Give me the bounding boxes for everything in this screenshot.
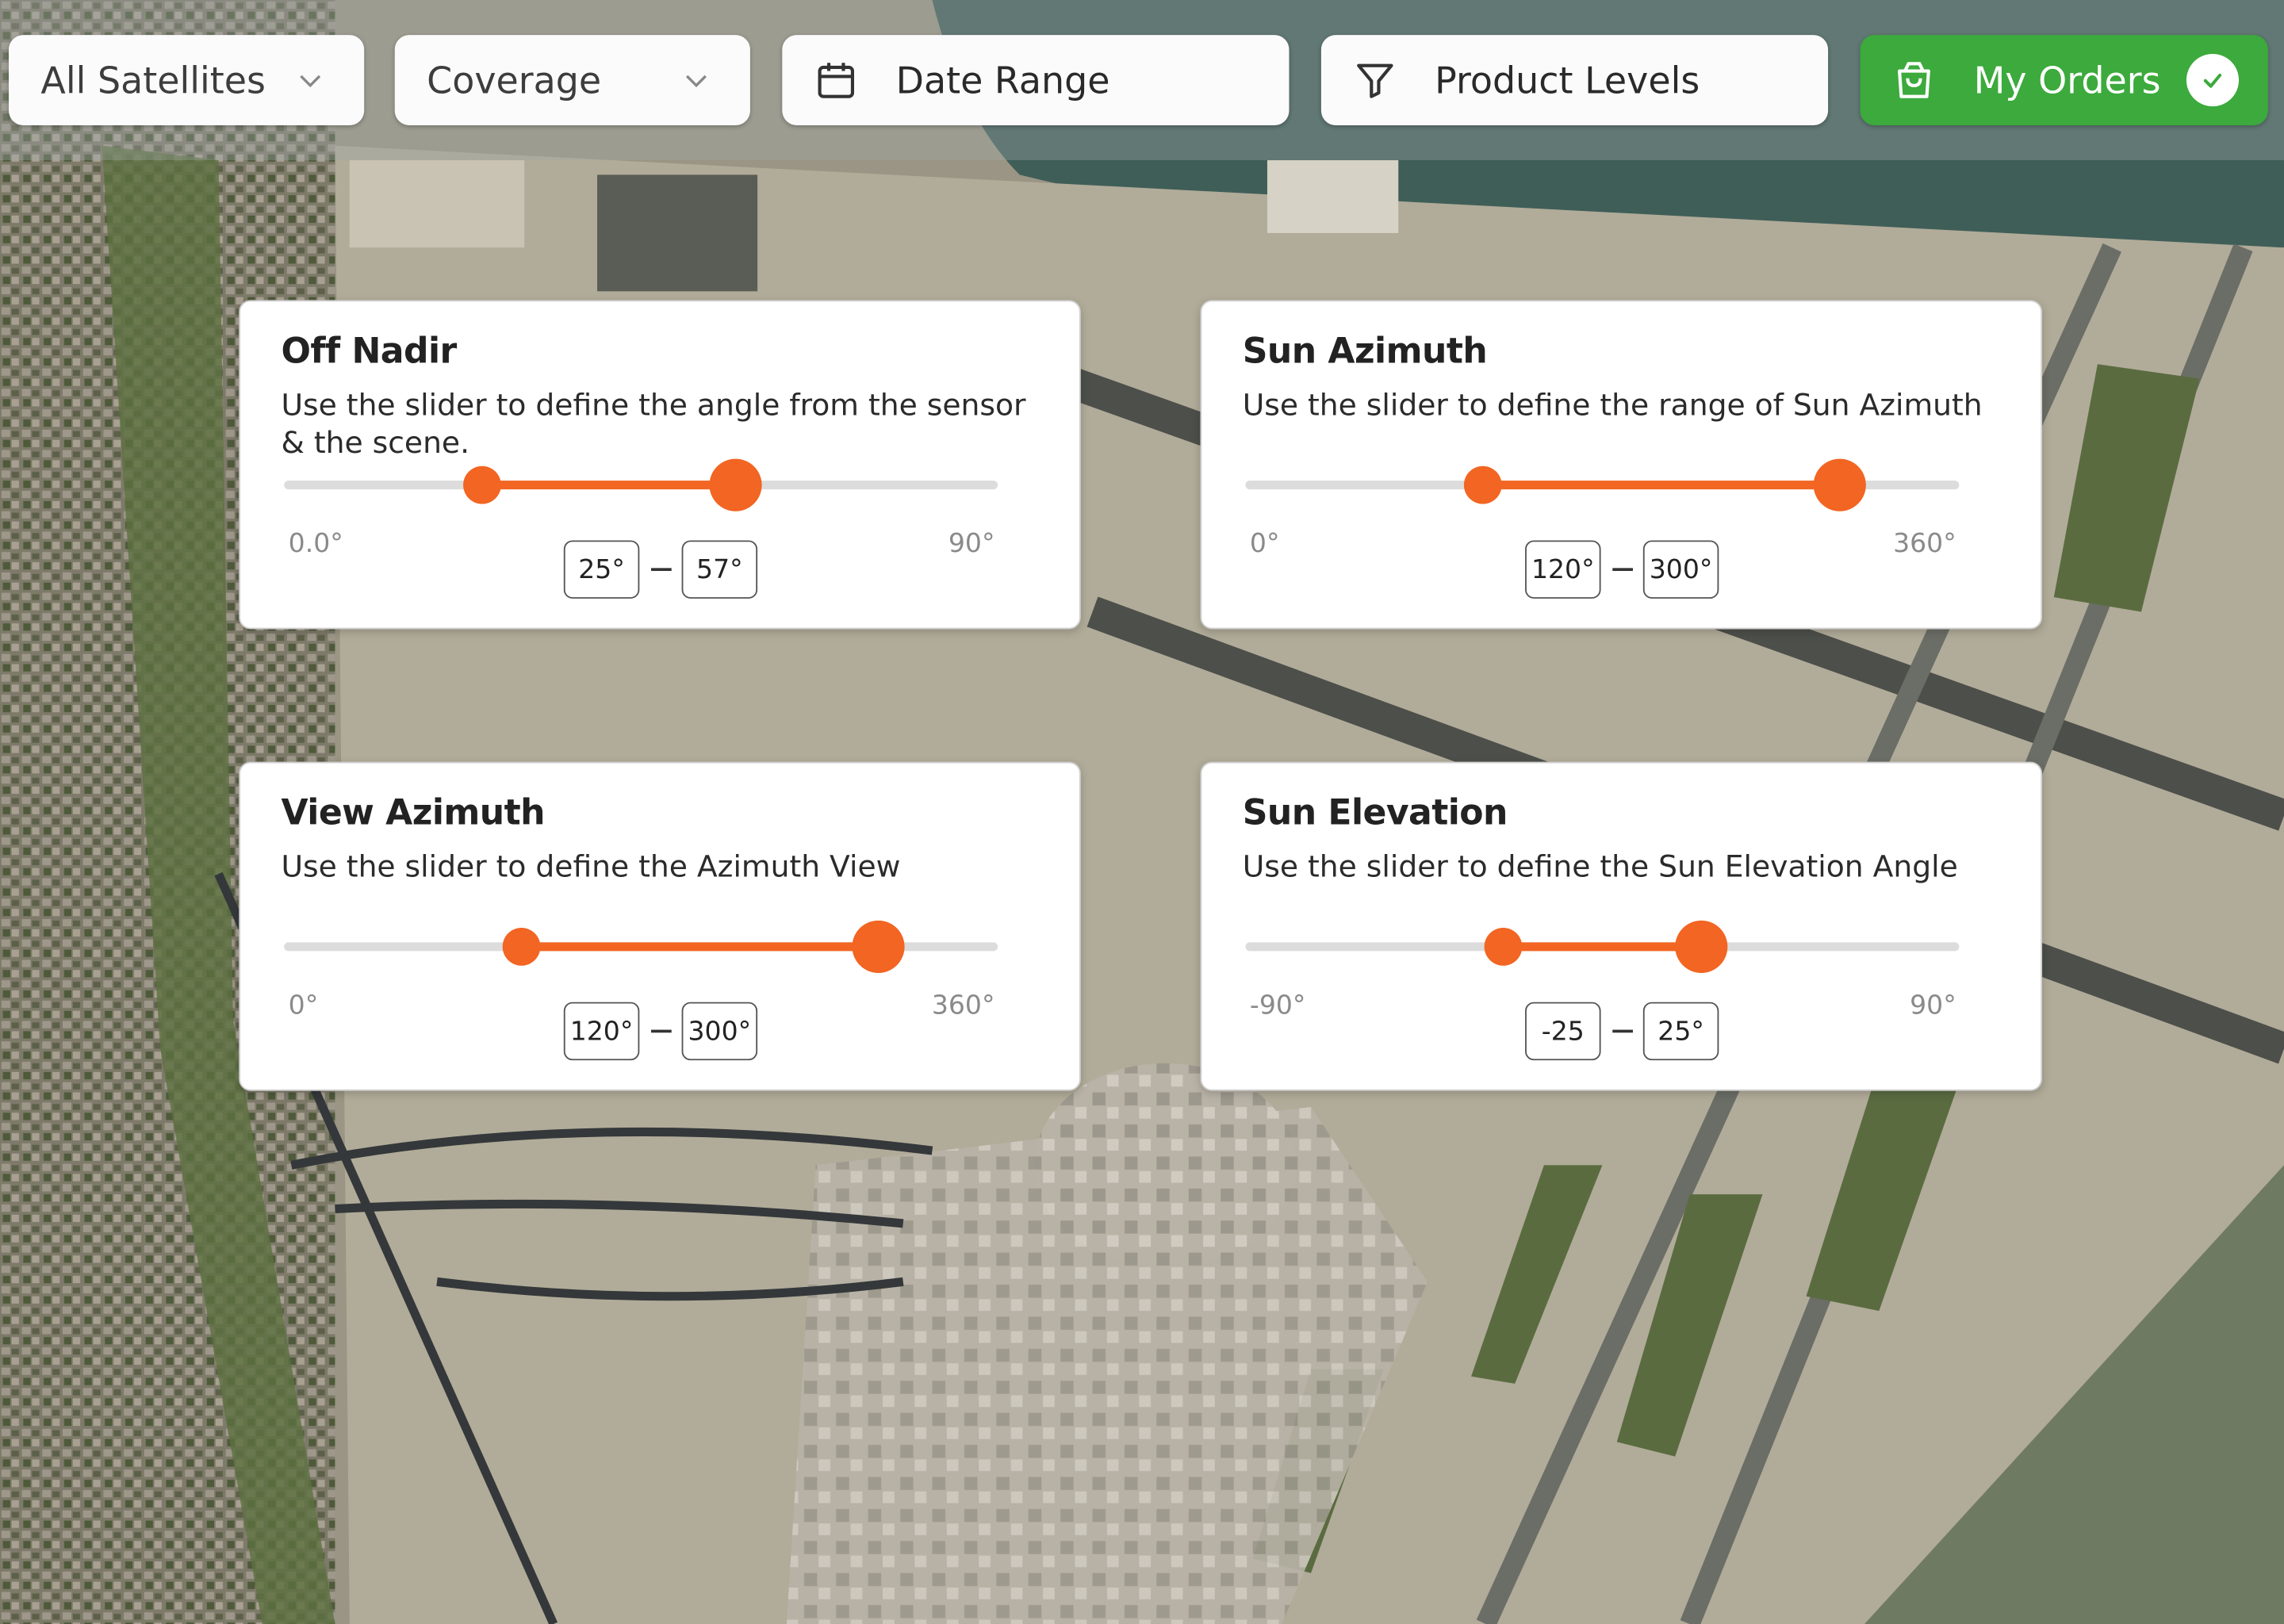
- date-range-button[interactable]: Date Range: [782, 35, 1290, 125]
- date-range-label: Date Range: [895, 59, 1110, 102]
- range-dash: [1612, 568, 1633, 572]
- slider-range: [482, 481, 737, 490]
- panel-title: Off Nadir: [281, 330, 457, 372]
- slider-max-label: 360°: [1893, 528, 1956, 560]
- slider-handle-low[interactable]: [503, 928, 542, 966]
- view-azimuth-panel: View Azimuth Use the slider to define th…: [239, 761, 1081, 1091]
- low-value-box[interactable]: 25°: [563, 540, 640, 599]
- off-nadir-slider[interactable]: [284, 458, 998, 511]
- slider-handle-low[interactable]: [1464, 465, 1503, 504]
- sun-elevation-panel: Sun Elevation Use the slider to define t…: [1200, 761, 2043, 1091]
- panel-title: View Azimuth: [281, 792, 545, 833]
- slider-min-label: 0.0°: [288, 528, 343, 560]
- low-value-box[interactable]: -25: [1525, 1002, 1601, 1061]
- slider-handle-high[interactable]: [1814, 458, 1867, 511]
- slider-min-label: 0°: [288, 990, 319, 1021]
- slider-handle-high[interactable]: [853, 920, 906, 973]
- panel-description: Use the slider to define the angle from …: [281, 387, 1026, 461]
- shopping-bag-icon: [1898, 62, 1930, 98]
- slider-range: [1483, 481, 1841, 490]
- low-value-box[interactable]: 120°: [1525, 540, 1601, 599]
- off-nadir-panel: Off Nadir Use the slider to define the a…: [239, 300, 1081, 630]
- high-value-box[interactable]: 57°: [681, 540, 758, 599]
- product-levels-button[interactable]: Product Levels: [1320, 35, 1829, 125]
- sun-azimuth-slider[interactable]: [1245, 458, 1960, 511]
- slider-range: [1503, 942, 1702, 952]
- my-orders-label: My Orders: [1973, 59, 2161, 102]
- chevron-down-icon: [300, 75, 321, 88]
- high-value-box[interactable]: 300°: [681, 1002, 758, 1061]
- view-azimuth-slider[interactable]: [284, 920, 998, 973]
- panel-description: Use the slider to define the range of Su…: [1242, 387, 1983, 423]
- slider-max-label: 90°: [948, 528, 995, 560]
- range-dash: [1612, 1029, 1633, 1033]
- satellites-label: All Satellites: [40, 59, 266, 102]
- satellites-dropdown[interactable]: All Satellites: [9, 35, 365, 125]
- my-orders-button[interactable]: My Orders: [1860, 35, 2268, 125]
- slider-range: [522, 942, 879, 952]
- chevron-down-icon: [685, 75, 707, 88]
- filter-icon: [1357, 63, 1393, 98]
- high-value-box[interactable]: 25°: [1642, 1002, 1719, 1061]
- range-dash: [651, 568, 672, 572]
- coverage-label: Coverage: [427, 59, 602, 102]
- product-levels-label: Product Levels: [1435, 59, 1700, 102]
- high-value-box[interactable]: 300°: [1642, 540, 1719, 599]
- calendar-icon: [818, 63, 855, 98]
- sun-azimuth-panel: Sun Azimuth Use the slider to define the…: [1200, 300, 2043, 630]
- panel-description: Use the slider to define the Sun Elevati…: [1242, 848, 1958, 884]
- slider-max-label: 360°: [931, 990, 995, 1021]
- panel-title: Sun Elevation: [1242, 792, 1508, 833]
- panel-description: Use the slider to define the Azimuth Vie…: [281, 848, 901, 884]
- low-value-box[interactable]: 120°: [563, 1002, 640, 1061]
- check-icon: [2203, 73, 2222, 88]
- slider-handle-high[interactable]: [710, 458, 763, 511]
- slider-max-label: 90°: [1910, 990, 1956, 1021]
- slider-handle-low[interactable]: [1484, 928, 1523, 966]
- range-dash: [651, 1029, 672, 1033]
- slider-handle-high[interactable]: [1675, 920, 1728, 973]
- slider-handle-low[interactable]: [463, 465, 502, 504]
- slider-min-label: 0°: [1249, 528, 1280, 560]
- sun-elevation-slider[interactable]: [1245, 920, 1960, 973]
- coverage-dropdown[interactable]: Coverage: [394, 35, 750, 125]
- orders-status-badge: [2186, 53, 2240, 107]
- panel-title: Sun Azimuth: [1242, 330, 1488, 372]
- slider-min-label: -90°: [1249, 990, 1306, 1021]
